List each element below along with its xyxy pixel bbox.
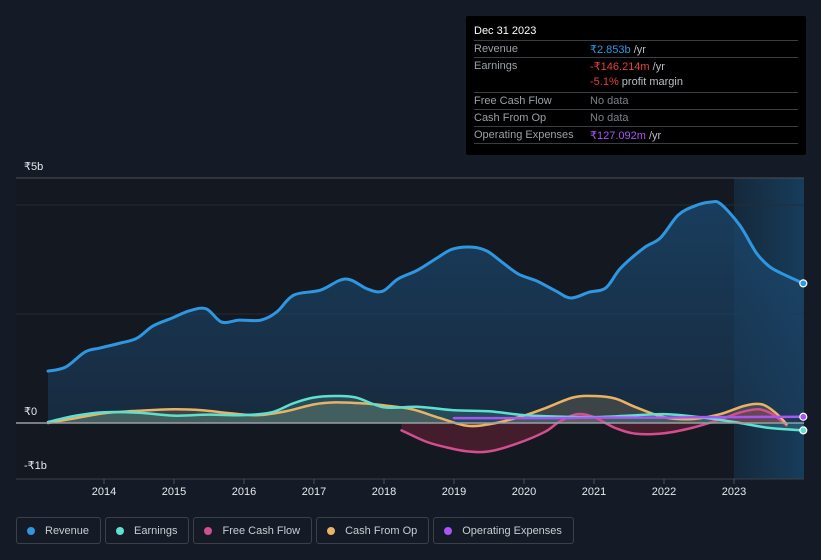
legend-label: Revenue (45, 524, 90, 537)
tooltip-row: Earnings -₹146.214m /yr (474, 57, 798, 75)
tooltip-row: Cash From Op No data (474, 108, 798, 127)
x-tick-label: 2014 (92, 486, 116, 498)
legend-dot-icon (444, 526, 453, 535)
x-tick-label: 2021 (582, 486, 606, 498)
tooltip-row-label: Earnings (474, 60, 518, 73)
legend-item-revenue[interactable]: Revenue (16, 517, 102, 544)
operating-expenses-line (452, 415, 805, 420)
earnings-end-marker (799, 426, 808, 435)
operating-expenses-end-marker (799, 412, 808, 421)
legend-item-cash-from-op[interactable]: Cash From Op (316, 517, 430, 544)
x-tick-label: 2015 (162, 486, 186, 498)
hover-tooltip: Dec 31 2023 Revenue ₹2.853b /yr Earnings -₹… (466, 16, 806, 155)
legend-dot-icon (27, 526, 35, 535)
legend-item-free-cash-flow[interactable]: Free Cash Flow (193, 517, 313, 544)
x-tick-label: 2023 (722, 486, 746, 498)
tooltip-row: Free Cash Flow No data (474, 91, 798, 110)
tooltip-row-label: Operating Expenses (474, 129, 574, 141)
tooltip-row-value: -₹146.214m /yr (590, 61, 665, 74)
tooltip-row: Revenue ₹2.853b /yr (474, 40, 798, 58)
y-tick-label: ₹5b (24, 161, 44, 173)
x-tick-label: 2020 (512, 486, 536, 498)
tooltip-row: -5.1% profit margin (474, 74, 798, 91)
tooltip-date: Dec 31 2023 (474, 25, 537, 37)
x-tick-label: 2018 (372, 486, 396, 498)
x-tick-label: 2016 (232, 486, 256, 498)
legend-label: Cash From Op (345, 524, 418, 537)
legend-item-operating-expenses[interactable]: Operating Expenses (433, 517, 574, 544)
x-tick-label: 2017 (302, 486, 326, 498)
tooltip-row-value: -5.1% profit margin (590, 76, 683, 89)
tooltip-row-value: ₹2.853b /yr (590, 44, 646, 56)
x-tick-label: 2022 (652, 486, 676, 498)
tooltip-row-value: No data (590, 111, 629, 124)
x-axis: 2014 2015 2016 2017 2018 2019 2020 2021 2022 2023 (92, 479, 746, 498)
legend-label: Free Cash Flow (222, 524, 301, 537)
tooltip-row-value: ₹127.092m /yr (590, 130, 662, 142)
legend-dot-icon (327, 526, 336, 535)
legend-label: Earnings (134, 524, 178, 537)
legend: Revenue Earnings Free Cash Flow Cash From O… (16, 517, 574, 544)
y-tick-label: -₹1b (24, 460, 47, 472)
x-tick-label: 2019 (442, 486, 466, 498)
legend-item-earnings[interactable]: Earnings (105, 517, 190, 544)
tooltip-divider (474, 143, 798, 145)
revenue-end-marker (799, 279, 808, 288)
tooltip-row-label: Free Cash Flow (474, 94, 552, 107)
legend-label: Operating Expenses (462, 524, 562, 537)
tooltip-row-label: Revenue (474, 43, 519, 55)
legend-dot-icon (116, 526, 125, 535)
tooltip-row-label: Cash From Op (474, 111, 547, 124)
legend-dot-icon (204, 526, 213, 535)
tooltip-row-value: No data (590, 94, 629, 107)
tooltip-row: Operating Expenses ₹127.092m /yr (474, 126, 798, 144)
y-tick-label: ₹0 (24, 406, 38, 418)
